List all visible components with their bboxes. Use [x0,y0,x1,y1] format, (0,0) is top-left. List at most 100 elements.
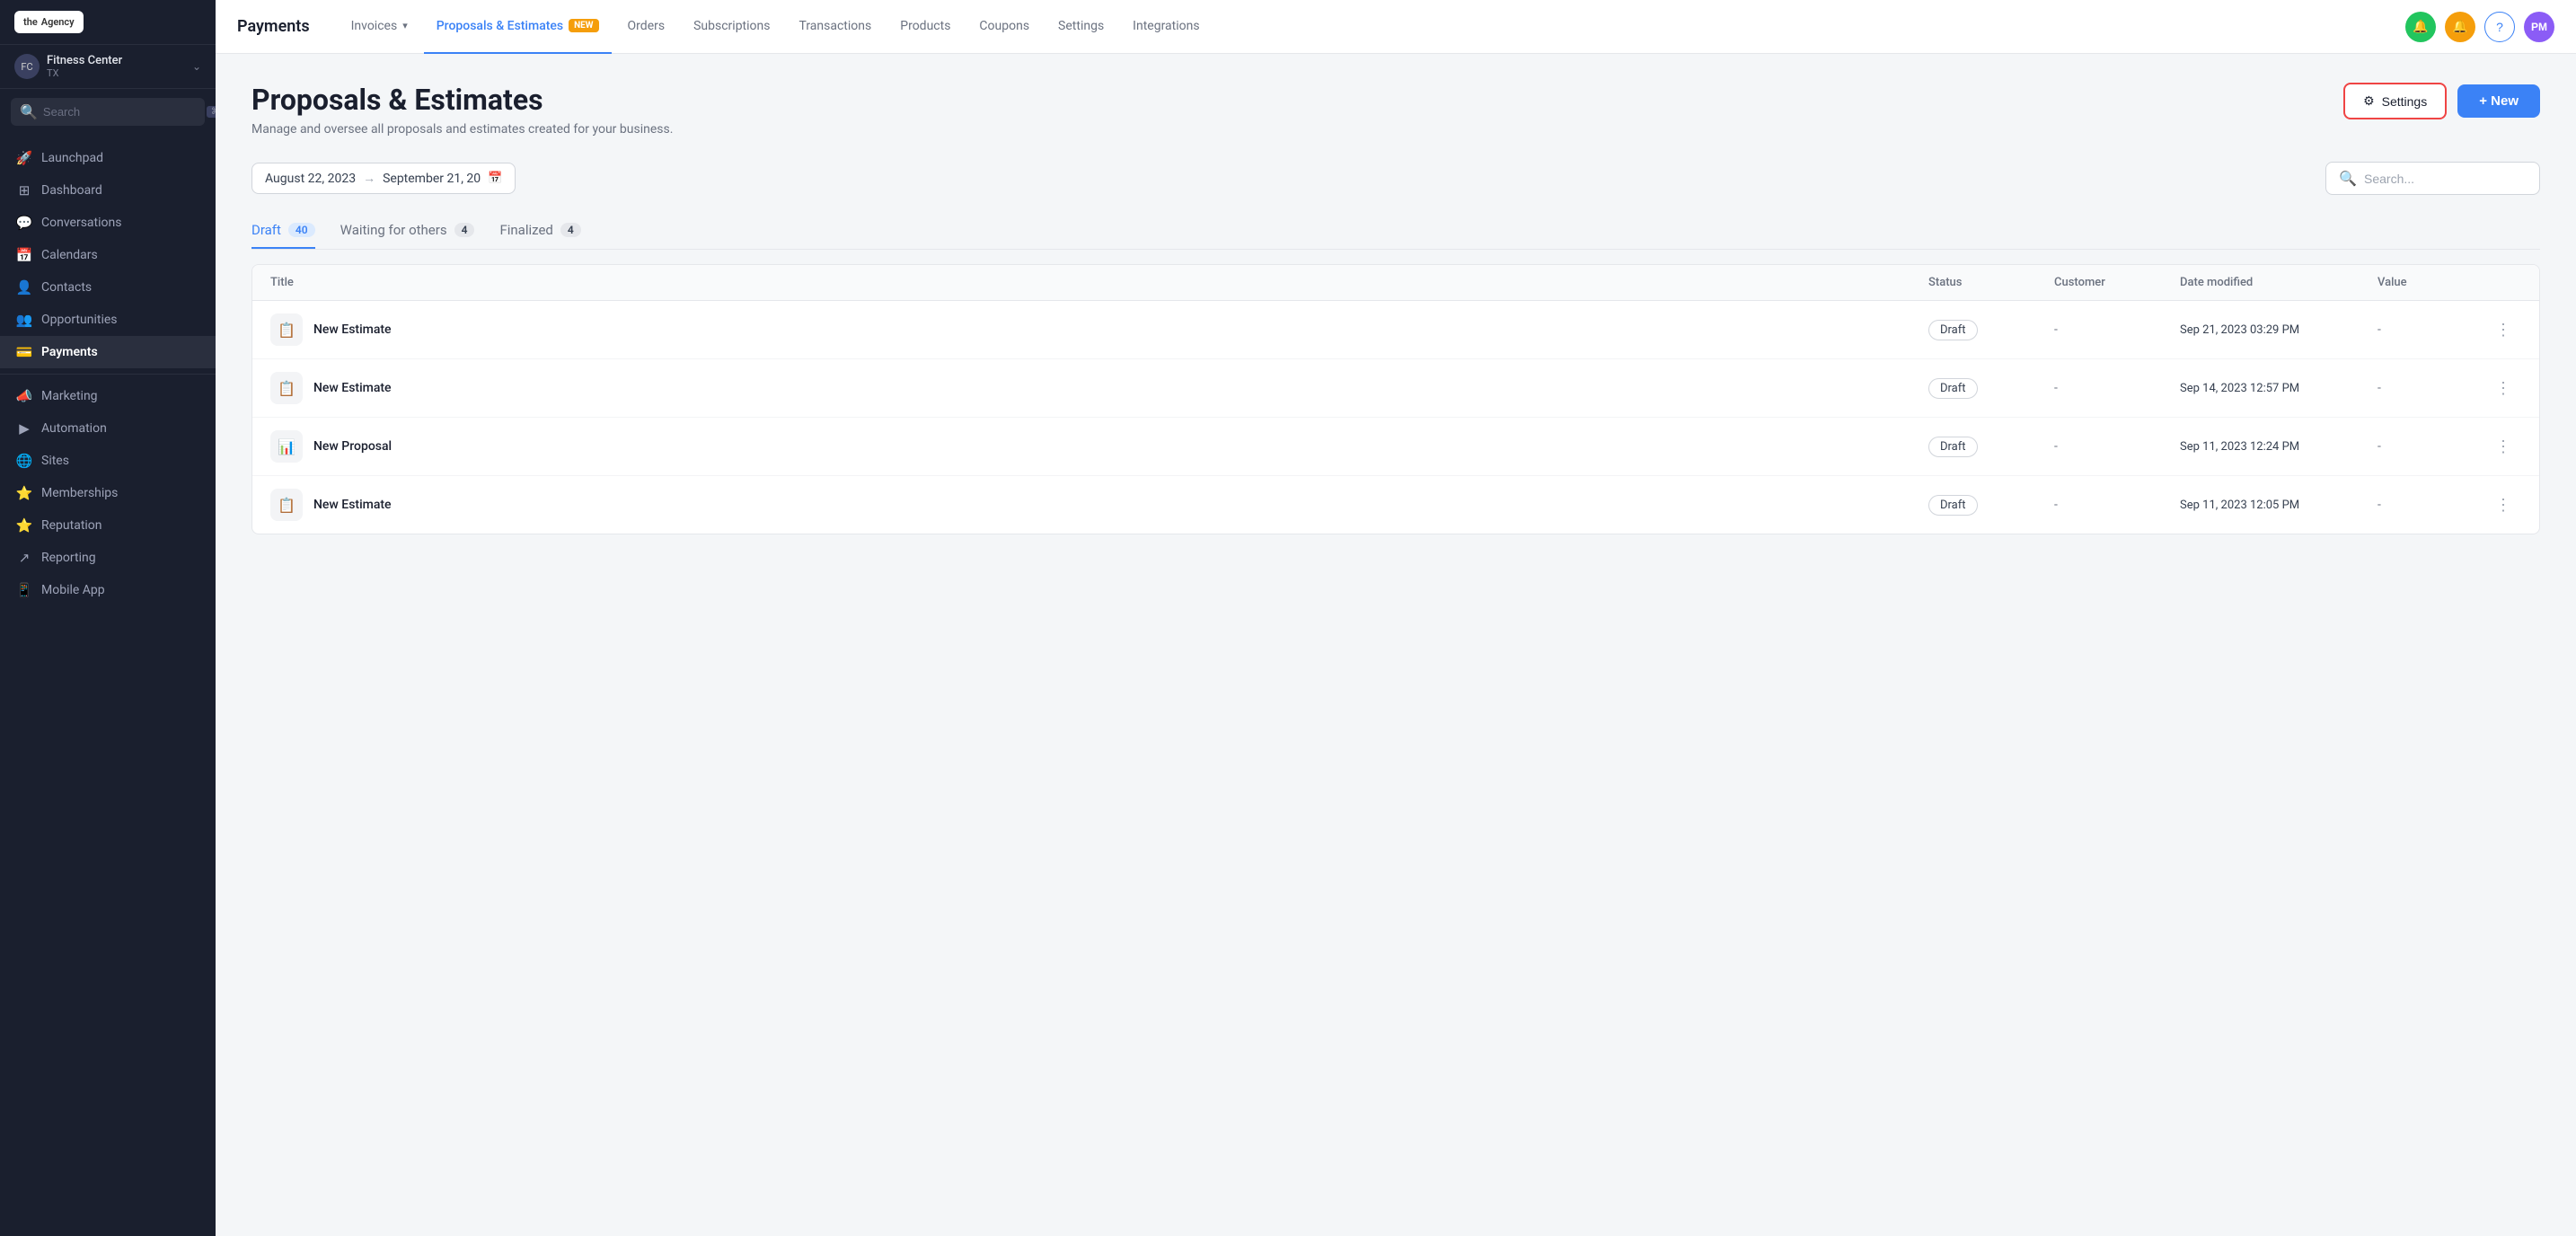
tab-finalized-count: 4 [560,223,581,237]
sidebar-item-memberships[interactable]: ⭐ Memberships [0,477,216,509]
sidebar-item-contacts[interactable]: 👤 Contacts [0,271,216,304]
row-menu-button[interactable]: ⋮ [2485,496,2521,515]
workspace-avatar: FC [14,54,40,79]
search-kbd: ⌘K [207,106,216,118]
tab-settings-label: Settings [1058,19,1104,33]
new-badge: New [569,19,598,32]
row-date: Sep 11, 2023 12:05 PM [2180,499,2378,512]
memberships-icon: ⭐ [16,485,32,501]
logo-box[interactable]: the Agency [14,11,84,33]
nav-divider [0,374,216,375]
row-value: - [2378,322,2485,337]
tab-waiting-count: 4 [454,223,475,237]
estimate-icon: 📋 [270,489,303,521]
calendars-icon: 📅 [16,247,32,263]
contacts-icon: 👤 [16,279,32,296]
tab-invoices[interactable]: Invoices ▾ [339,0,420,54]
tab-integrations[interactable]: Integrations [1120,0,1212,54]
date-start: August 22, 2023 [265,172,356,186]
sidebar-item-opportunities[interactable]: 👥 Opportunities [0,304,216,336]
sidebar-item-label: Calendars [41,248,98,262]
table-search-input[interactable] [2364,172,2527,186]
status-badge: Draft [1928,378,1978,399]
sidebar-item-sites[interactable]: 🌐 Sites [0,445,216,477]
search-input[interactable] [43,105,201,119]
table-row[interactable]: 📋 New Estimate Draft - Sep 11, 2023 12:0… [252,476,2539,534]
payments-icon: 💳 [16,344,32,360]
tab-draft[interactable]: Draft 40 [251,213,315,249]
row-menu-button[interactable]: ⋮ [2485,437,2521,456]
tab-orders[interactable]: Orders [615,0,678,54]
sidebar-item-mobile-app[interactable]: 📱 Mobile App [0,574,216,606]
table-row[interactable]: 📋 New Estimate Draft - Sep 14, 2023 12:5… [252,359,2539,418]
row-status: Draft [1928,437,2054,457]
table-row[interactable]: 📋 New Estimate Draft - Sep 21, 2023 03:2… [252,301,2539,359]
table-header: Title Status Customer Date modified Valu… [252,265,2539,301]
row-customer: - [2054,498,2180,512]
page-title-area: Proposals & Estimates Manage and oversee… [251,83,673,137]
sidebar-item-label: Reporting [41,551,96,565]
workspace-name: Fitness Center [47,54,185,67]
tab-subscriptions[interactable]: Subscriptions [681,0,782,54]
sidebar-item-label: Marketing [41,389,98,403]
sidebar-item-launchpad[interactable]: 🚀 Launchpad [0,142,216,174]
row-title-text: New Estimate [313,498,392,512]
topbar-title: Payments [237,17,310,36]
sidebar-item-reputation[interactable]: ⭐ Reputation [0,509,216,542]
user-avatar[interactable]: PM [2524,12,2554,42]
search-wrap[interactable]: 🔍 [2325,162,2540,195]
page-actions: ⚙ Settings + New [2343,83,2540,119]
workspace-selector[interactable]: FC Fitness Center TX ⌄ [0,45,216,89]
search-icon: 🔍 [2339,170,2357,187]
sidebar-item-label: Reputation [41,518,102,533]
new-label: + New [2479,93,2519,109]
page-content: Proposals & Estimates Manage and oversee… [216,54,2576,1236]
gear-icon: ⚙ [2363,93,2375,109]
col-date: Date modified [2180,276,2378,289]
sidebar-item-reporting[interactable]: ↗ Reporting [0,542,216,574]
tab-settings[interactable]: Settings [1045,0,1116,54]
sidebar-search[interactable]: 🔍 ⌘K + [11,98,205,126]
tab-proposals[interactable]: Proposals & Estimates New [424,0,612,54]
row-menu-button[interactable]: ⋮ [2485,321,2521,340]
tab-waiting[interactable]: Waiting for others 4 [340,213,475,249]
sidebar-item-marketing[interactable]: 📣 Marketing [0,380,216,412]
filters-row: August 22, 2023 → September 21, 20 📅 🔍 [251,162,2540,195]
tab-coupons[interactable]: Coupons [966,0,1042,54]
mobile-app-icon: 📱 [16,582,32,598]
new-button[interactable]: + New [2457,84,2540,118]
row-title: 📋 New Estimate [270,372,1928,404]
sidebar-item-label: Memberships [41,486,118,500]
row-title-text: New Proposal [313,439,392,454]
date-arrow-icon: → [363,171,375,186]
sidebar-item-dashboard[interactable]: ⊞ Dashboard [0,174,216,207]
marketing-icon: 📣 [16,388,32,404]
conversations-icon: 💬 [16,215,32,231]
tab-finalized-label: Finalized [499,222,552,238]
row-menu-button[interactable]: ⋮ [2485,379,2521,398]
col-status: Status [1928,276,2054,289]
date-range-picker[interactable]: August 22, 2023 → September 21, 20 📅 [251,163,516,194]
row-value: - [2378,381,2485,395]
settings-button[interactable]: ⚙ Settings [2343,83,2447,119]
page-subtitle: Manage and oversee all proposals and est… [251,122,673,137]
sidebar-item-conversations[interactable]: 💬 Conversations [0,207,216,239]
tab-products[interactable]: Products [887,0,963,54]
bell-icon[interactable]: 🔔 [2445,12,2475,42]
sidebar-item-payments[interactable]: 💳 Payments [0,336,216,368]
help-icon[interactable]: ? [2484,12,2515,42]
row-title: 📊 New Proposal [270,430,1928,463]
notifications-green-icon[interactable]: 🔔 [2405,12,2436,42]
sidebar-item-label: Mobile App [41,583,105,597]
row-title-text: New Estimate [313,322,392,337]
tab-proposals-label: Proposals & Estimates [437,19,563,33]
sites-icon: 🌐 [16,453,32,469]
sidebar-item-calendars[interactable]: 📅 Calendars [0,239,216,271]
table-row[interactable]: 📊 New Proposal Draft - Sep 11, 2023 12:2… [252,418,2539,476]
tab-transactions[interactable]: Transactions [786,0,884,54]
sidebar-item-automation[interactable]: ▶ Automation [0,412,216,445]
proposal-icon: 📊 [270,430,303,463]
col-title: Title [270,276,1928,289]
tab-finalized[interactable]: Finalized 4 [499,213,580,249]
status-badge: Draft [1928,495,1978,516]
